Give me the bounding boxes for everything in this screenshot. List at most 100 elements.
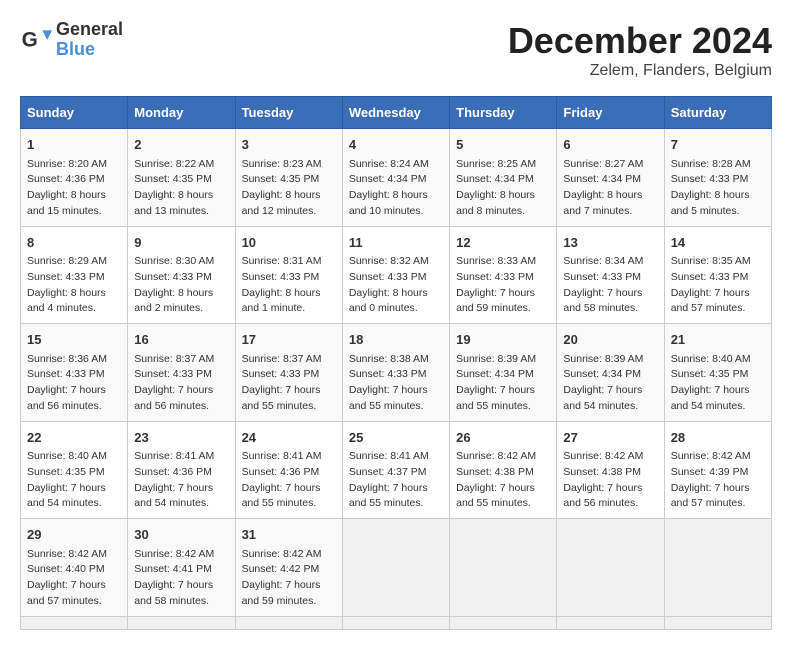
day-header-wednesday: Wednesday — [342, 97, 449, 129]
sunset-label: Sunset: 4:35 PM — [671, 368, 749, 380]
sunset-label: Sunset: 4:33 PM — [134, 368, 212, 380]
calendar-row: 29Sunrise: 8:42 AMSunset: 4:40 PMDayligh… — [21, 519, 772, 617]
calendar-cell: 2Sunrise: 8:22 AMSunset: 4:35 PMDaylight… — [128, 129, 235, 227]
sunrise-label: Sunrise: 8:42 AM — [563, 450, 643, 462]
calendar-cell: 3 Sunrise: 8:23 AM Sunset: 4:35 PM Daylight… — [235, 129, 342, 227]
daylight-label: Daylight: 8 hours and 12 minutes. — [242, 189, 321, 217]
header-row: SundayMondayTuesdayWednesdayThursdayFrid… — [21, 97, 772, 129]
sunrise-label: Sunrise: 8:24 AM — [349, 158, 429, 170]
daylight-label: Daylight: 7 hours and 55 minutes. — [456, 384, 535, 412]
calendar-cell — [664, 616, 771, 629]
svg-text:G: G — [22, 28, 38, 51]
sunset-label: Sunset: 4:33 PM — [349, 271, 427, 283]
daylight-label: Daylight: 8 hours and 7 minutes. — [563, 189, 642, 217]
calendar-cell — [557, 616, 664, 629]
sunset-label: Sunset: 4:33 PM — [671, 173, 749, 185]
sunrise-label: Sunrise: 8:39 AM — [563, 353, 643, 365]
calendar-cell: 28Sunrise: 8:42 AMSunset: 4:39 PMDayligh… — [664, 421, 771, 519]
day-header-saturday: Saturday — [664, 97, 771, 129]
daylight-label: Daylight: 7 hours and 55 minutes. — [349, 384, 428, 412]
sunrise-label: Sunrise: 8:35 AM — [671, 255, 751, 267]
daylight-label: Daylight: 7 hours and 59 minutes. — [242, 579, 321, 607]
day-number: 10 — [242, 233, 336, 253]
calendar-cell: 22Sunrise: 8:40 AMSunset: 4:35 PMDayligh… — [21, 421, 128, 519]
calendar-cell: 14Sunrise: 8:35 AMSunset: 4:33 PMDayligh… — [664, 226, 771, 324]
calendar-cell — [557, 519, 664, 617]
day-number: 1 — [27, 135, 121, 155]
day-number: 28 — [671, 428, 765, 448]
calendar-cell: 8Sunrise: 8:29 AMSunset: 4:33 PMDaylight… — [21, 226, 128, 324]
day-number: 18 — [349, 330, 443, 350]
sunrise-label: Sunrise: 8:42 AM — [242, 548, 322, 560]
day-number: 8 — [27, 233, 121, 253]
page-header: G General Blue December 2024 Zelem, Flan… — [20, 20, 772, 80]
logo-icon: G — [20, 24, 52, 56]
sunrise-label: Sunrise: 8:42 AM — [456, 450, 536, 462]
daylight-label: Daylight: 8 hours and 8 minutes. — [456, 189, 535, 217]
calendar-cell: 9Sunrise: 8:30 AMSunset: 4:33 PMDaylight… — [128, 226, 235, 324]
daylight-label: Daylight: 7 hours and 54 minutes. — [27, 482, 106, 510]
calendar-cell: 20Sunrise: 8:39 AMSunset: 4:34 PMDayligh… — [557, 324, 664, 422]
sunrise-label: Sunrise: 8:40 AM — [27, 450, 107, 462]
calendar-row — [21, 616, 772, 629]
day-number: 3 — [242, 135, 336, 155]
calendar-cell: 11Sunrise: 8:32 AMSunset: 4:33 PMDayligh… — [342, 226, 449, 324]
sunrise-label: Sunrise: 8:41 AM — [242, 450, 322, 462]
calendar-cell — [664, 519, 771, 617]
sunset-label: Sunset: 4:38 PM — [563, 466, 641, 478]
daylight-label: Daylight: 7 hours and 59 minutes. — [456, 287, 535, 315]
calendar-cell: 15Sunrise: 8:36 AMSunset: 4:33 PMDayligh… — [21, 324, 128, 422]
day-number: 7 — [671, 135, 765, 155]
calendar-cell: 27Sunrise: 8:42 AMSunset: 4:38 PMDayligh… — [557, 421, 664, 519]
sunset-label: Sunset: 4:36 PM — [134, 466, 212, 478]
sunset-label: Sunset: 4:33 PM — [27, 368, 105, 380]
sunset-label: Sunset: 4:33 PM — [456, 271, 534, 283]
daylight-label: Daylight: 7 hours and 55 minutes. — [242, 482, 321, 510]
day-header-monday: Monday — [128, 97, 235, 129]
day-number: 20 — [563, 330, 657, 350]
sunrise-label: Sunrise: 8:42 AM — [671, 450, 751, 462]
daylight-label: Daylight: 7 hours and 54 minutes. — [134, 482, 213, 510]
sunset-label: Sunset: 4:33 PM — [563, 271, 641, 283]
daylight-label: Daylight: 8 hours and 2 minutes. — [134, 287, 213, 315]
sunrise-label: Sunrise: 8:42 AM — [27, 548, 107, 560]
day-number: 9 — [134, 233, 228, 253]
daylight-label: Daylight: 8 hours and 5 minutes. — [671, 189, 750, 217]
day-number: 17 — [242, 330, 336, 350]
sunset-label: Sunset: 4:33 PM — [242, 271, 320, 283]
sunset-label: Sunset: 4:33 PM — [242, 368, 320, 380]
calendar-cell — [450, 519, 557, 617]
daylight-label: Daylight: 8 hours and 0 minutes. — [349, 287, 428, 315]
logo-text: General Blue — [56, 20, 123, 60]
day-number: 16 — [134, 330, 228, 350]
sunrise-label: Sunrise: 8:39 AM — [456, 353, 536, 365]
sunset-label: Sunset: 4:35 PM — [242, 173, 320, 185]
daylight-label: Daylight: 7 hours and 56 minutes. — [27, 384, 106, 412]
daylight-label: Daylight: 7 hours and 58 minutes. — [563, 287, 642, 315]
sunset-label: Sunset: 4:42 PM — [242, 563, 320, 575]
calendar-cell: 1Sunrise: 8:20 AMSunset: 4:36 PMDaylight… — [21, 129, 128, 227]
sunrise-label: Sunrise: 8:22 AM — [134, 158, 214, 170]
daylight-label: Daylight: 7 hours and 56 minutes. — [563, 482, 642, 510]
sunset-label: Sunset: 4:39 PM — [671, 466, 749, 478]
sunrise-label: Sunrise: 8:34 AM — [563, 255, 643, 267]
sunrise-label: Sunrise: 8:37 AM — [134, 353, 214, 365]
sunrise-label: Sunrise: 8:32 AM — [349, 255, 429, 267]
calendar-cell: 30Sunrise: 8:42 AMSunset: 4:41 PMDayligh… — [128, 519, 235, 617]
calendar-cell — [21, 616, 128, 629]
daylight-label: Daylight: 7 hours and 56 minutes. — [134, 384, 213, 412]
sunset-label: Sunset: 4:36 PM — [27, 173, 105, 185]
title-block: December 2024 Zelem, Flanders, Belgium — [508, 20, 772, 80]
logo-line2: Blue — [56, 40, 123, 60]
sunrise-label: Sunrise: 8:23 AM — [242, 158, 322, 170]
calendar-cell — [450, 616, 557, 629]
day-number: 19 — [456, 330, 550, 350]
day-header-friday: Friday — [557, 97, 664, 129]
sunrise-label: Sunrise: 8:41 AM — [349, 450, 429, 462]
sunset-label: Sunset: 4:34 PM — [456, 368, 534, 380]
sunrise-label: Sunrise: 8:30 AM — [134, 255, 214, 267]
calendar-cell: 21Sunrise: 8:40 AMSunset: 4:35 PMDayligh… — [664, 324, 771, 422]
daylight-label: Daylight: 8 hours and 10 minutes. — [349, 189, 428, 217]
calendar-cell: 25Sunrise: 8:41 AMSunset: 4:37 PMDayligh… — [342, 421, 449, 519]
logo-line1: General — [56, 20, 123, 40]
